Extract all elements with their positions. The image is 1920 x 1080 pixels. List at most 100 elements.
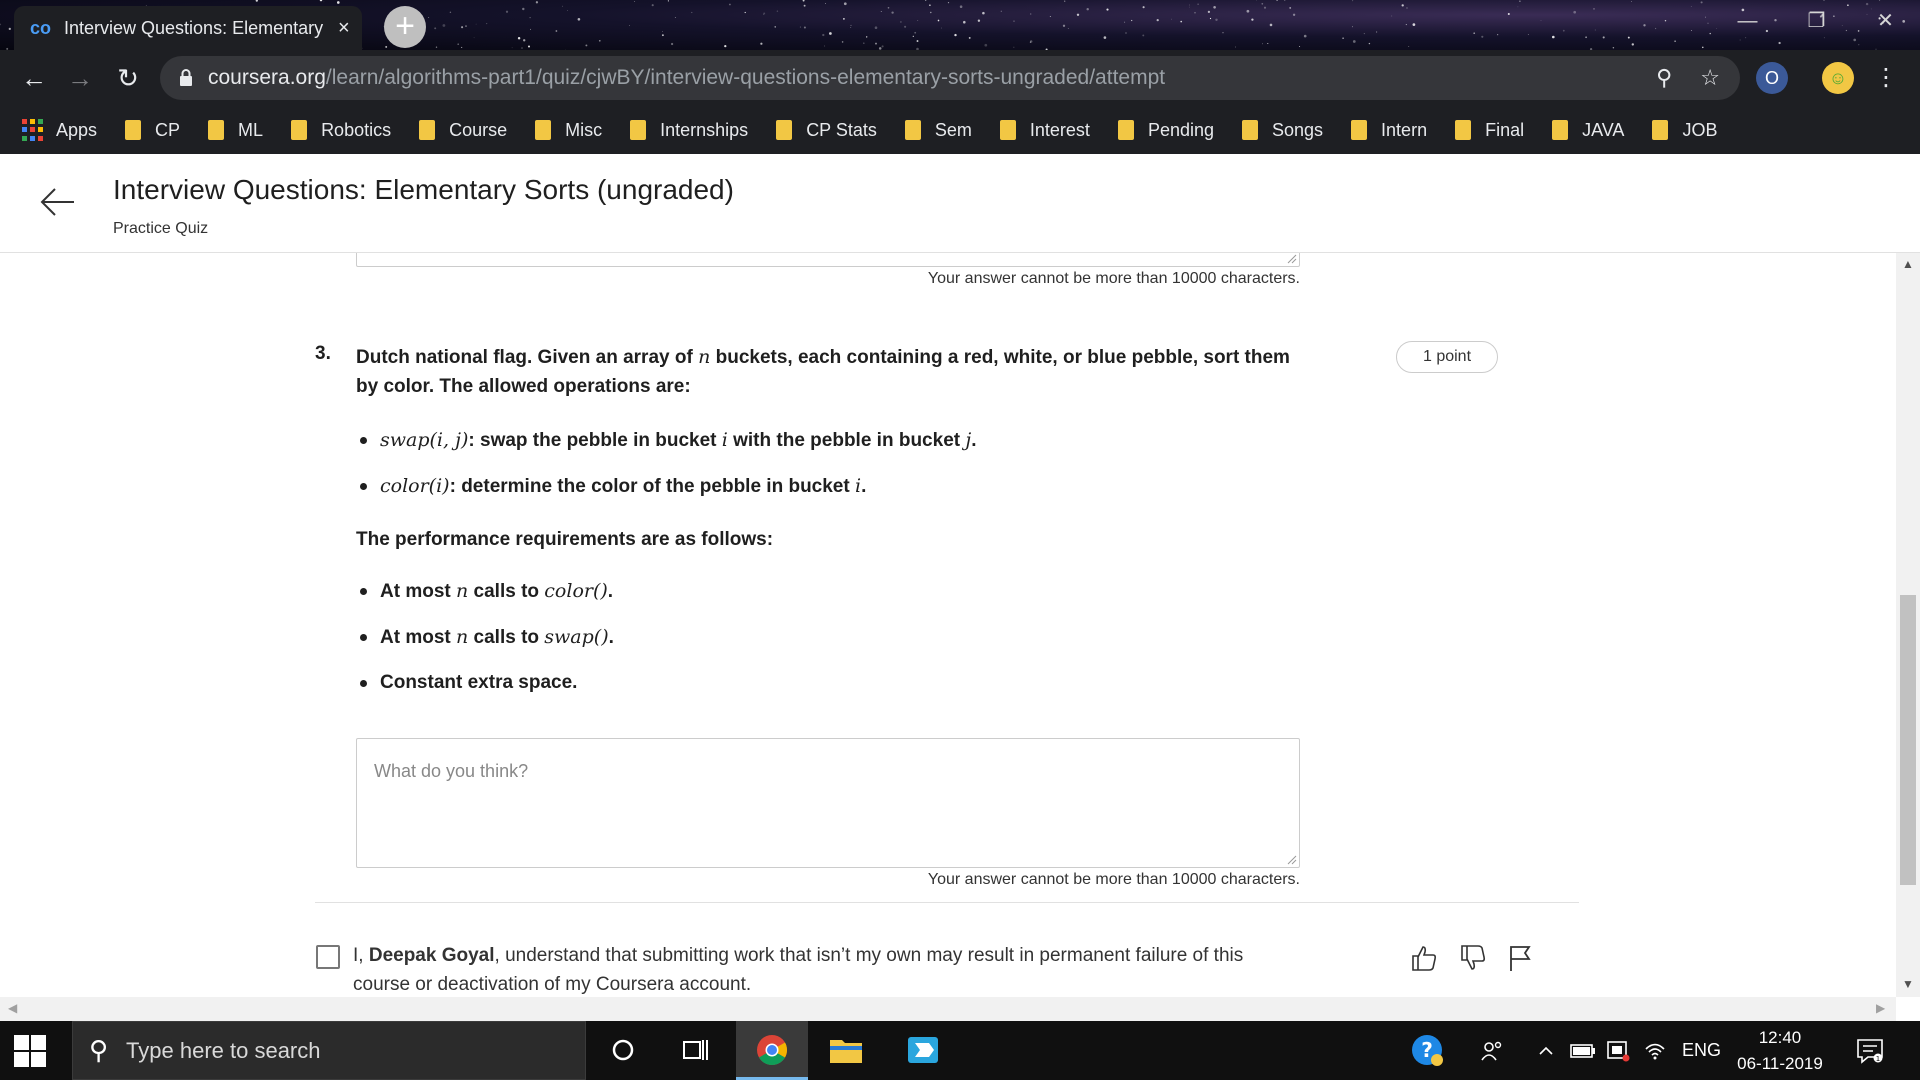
reload-icon[interactable]: ↻ <box>110 60 146 96</box>
star-dot <box>1654 27 1657 30</box>
address-bar[interactable]: coursera.org/learn/algorithms-part1/quiz… <box>160 56 1740 100</box>
bookmark-label: CP Stats <box>806 119 877 140</box>
close-window-icon[interactable]: ✕ <box>1851 0 1920 42</box>
new-tab-button[interactable]: + <box>384 6 426 48</box>
browser-tab[interactable]: co Interview Questions: Elementary × <box>14 6 362 50</box>
chrome-taskbar-icon[interactable] <box>736 1021 808 1080</box>
battery-icon[interactable] <box>1570 1021 1596 1080</box>
extension-icon[interactable]: O <box>1756 62 1788 94</box>
bookmark-star-icon[interactable]: ☆ <box>1700 65 1720 91</box>
star-dot <box>875 42 877 45</box>
app-taskbar-icon[interactable] <box>887 1021 959 1080</box>
people-tray-icon[interactable] <box>1480 1021 1504 1080</box>
list-item-text: : determine the color of the pebble in b… <box>449 476 855 497</box>
star-dot <box>535 1 539 4</box>
bookmark-item[interactable]: Intern <box>1351 120 1427 141</box>
language-indicator[interactable]: ENG <box>1682 1021 1721 1080</box>
list-item-text: . <box>971 430 977 451</box>
scroll-left-icon[interactable]: ◀ <box>8 1001 17 1015</box>
honor-code-checkbox[interactable] <box>316 945 340 969</box>
star-dot <box>1704 16 1707 18</box>
scroll-right-icon[interactable]: ▶ <box>1876 1001 1885 1015</box>
chevron-up-svg <box>1539 1046 1553 1055</box>
back-arrow-svg <box>40 188 74 216</box>
windows-taskbar: ⚲ Type here to search ? ENG 12:40 06-11-… <box>0 1021 1920 1080</box>
star-dot <box>1707 22 1709 24</box>
back-arrow-icon[interactable] <box>38 182 78 222</box>
chrome-menu-icon[interactable]: ⋮ <box>1868 60 1904 96</box>
bookmark-item[interactable]: Apps <box>22 119 97 141</box>
scrollbar-thumb[interactable] <box>1900 595 1916 885</box>
bookmark-item[interactable]: Sem <box>904 120 972 141</box>
question-intro-text: Dutch national flag. Given an array of <box>356 347 699 368</box>
answer-textarea[interactable]: What do you think? <box>356 738 1300 868</box>
bookmark-item[interactable]: Course <box>419 120 507 141</box>
bookmark-item[interactable]: CP <box>125 120 180 141</box>
bookmark-item[interactable]: ML <box>208 120 263 141</box>
star-dot <box>1690 6 1692 7</box>
list-item: Constant extra space. <box>356 668 614 714</box>
thumbs-down-icon[interactable] <box>1455 943 1491 979</box>
star-dot <box>959 5 963 8</box>
bookmark-item[interactable]: Final <box>1455 120 1524 141</box>
coursera-favicon-icon: co <box>30 17 52 38</box>
list-item-text: calls to <box>468 627 545 648</box>
bookmark-item[interactable]: Misc <box>535 120 602 141</box>
vertical-scrollbar[interactable]: ▲ ▼ <box>1896 253 1920 997</box>
bookmark-item[interactable]: Interest <box>999 120 1090 141</box>
bookmark-item[interactable]: JAVA <box>1552 120 1624 141</box>
profile-avatar[interactable]: ☺ <box>1822 62 1854 94</box>
tab-close-icon[interactable]: × <box>338 17 350 40</box>
bookmark-folder-icon <box>776 120 793 140</box>
bookmark-label: Final <box>1485 119 1525 140</box>
taskbar-search[interactable]: ⚲ Type here to search <box>72 1021 586 1080</box>
star-dot <box>1709 32 1711 35</box>
forward-icon[interactable]: → <box>62 60 98 96</box>
star-dot <box>1664 19 1667 22</box>
star-dot <box>555 30 558 32</box>
list-item-text: . <box>607 581 614 602</box>
previous-answer-textarea[interactable] <box>356 253 1300 267</box>
battery-svg <box>1570 1044 1595 1058</box>
scroll-down-icon[interactable]: ▼ <box>1896 977 1920 991</box>
bookmark-item[interactable]: JOB <box>1652 120 1717 141</box>
star-dot <box>880 10 882 13</box>
page-title: Interview Questions: Elementary Sorts (u… <box>113 174 734 205</box>
bookmark-item[interactable]: CP Stats <box>776 120 877 141</box>
math-expression: swap(i, j) <box>380 429 469 451</box>
star-dot <box>1674 40 1676 42</box>
zoom-icon[interactable]: ⚲ <box>1656 65 1672 91</box>
flag-icon[interactable] <box>1502 943 1538 979</box>
file-explorer-icon[interactable] <box>810 1021 882 1080</box>
notifications-icon[interactable]: 1 <box>1856 1021 1884 1080</box>
resize-grip-icon[interactable] <box>1285 253 1297 264</box>
scroll-up-icon[interactable]: ▲ <box>1896 257 1920 271</box>
wifi-icon[interactable] <box>1644 1021 1666 1080</box>
task-view-icon[interactable] <box>660 1021 732 1080</box>
bookmark-item[interactable]: Pending <box>1117 120 1214 141</box>
help-tray-icon[interactable]: ? <box>1410 1021 1444 1080</box>
resize-grip-icon[interactable] <box>1285 853 1297 865</box>
horizontal-scrollbar[interactable]: ◀ ▶ <box>0 997 1896 1021</box>
star-dot <box>511 47 513 49</box>
thumbs-down-svg <box>1461 945 1486 970</box>
star-dot <box>900 21 902 23</box>
star-dot <box>629 25 630 26</box>
back-icon[interactable]: ← <box>16 60 52 96</box>
windows-start-icon[interactable] <box>14 1035 46 1067</box>
taskbar-clock[interactable]: 12:40 06-11-2019 <box>1730 1025 1830 1077</box>
bookmark-item[interactable]: Internships <box>630 120 748 141</box>
network-adapter-icon[interactable] <box>1606 1021 1630 1080</box>
star-dot <box>434 27 437 30</box>
bookmark-item[interactable]: Robotics <box>291 120 391 141</box>
star-dot <box>1497 34 1499 36</box>
chevron-up-icon[interactable] <box>1538 1021 1554 1080</box>
star-dot <box>941 27 943 29</box>
thumbs-up-icon[interactable] <box>1406 943 1442 979</box>
minimize-icon[interactable]: — <box>1713 0 1782 42</box>
bookmark-item[interactable]: Songs <box>1242 120 1323 141</box>
cortana-icon[interactable] <box>587 1021 659 1080</box>
question-number: 3. <box>315 343 331 364</box>
bookmark-label: Misc <box>565 119 603 140</box>
restore-icon[interactable]: ❐ <box>1782 0 1851 42</box>
